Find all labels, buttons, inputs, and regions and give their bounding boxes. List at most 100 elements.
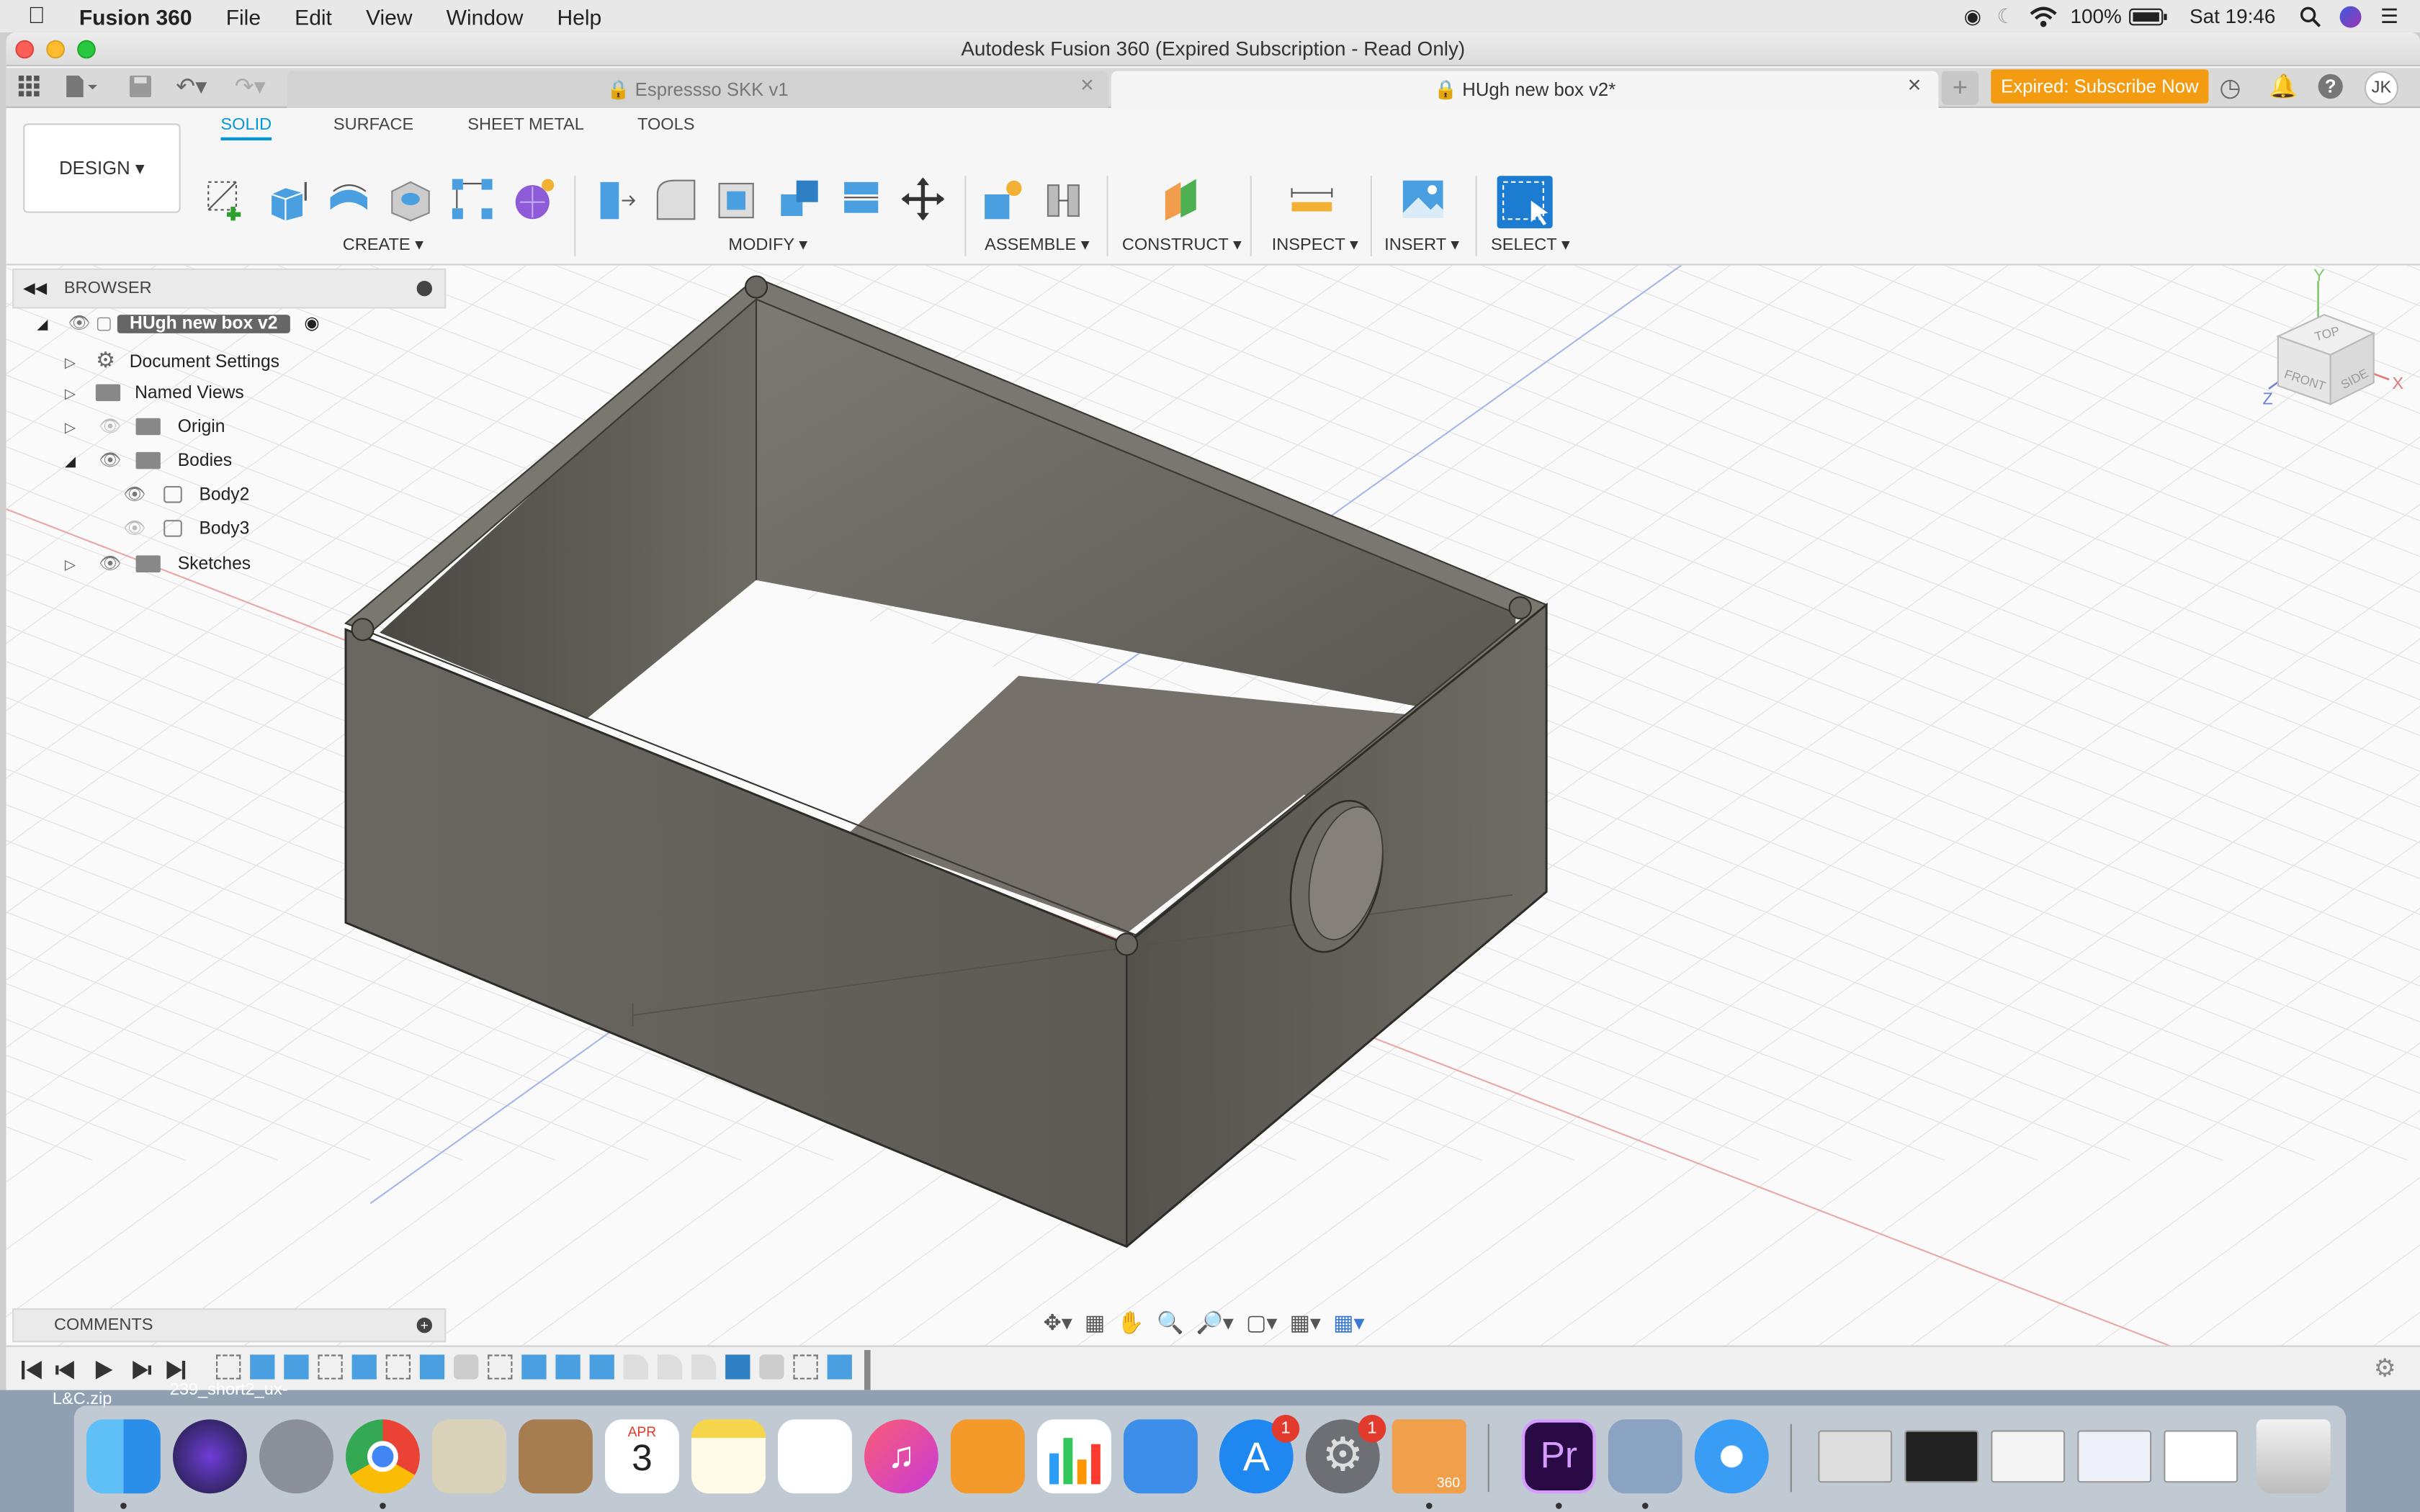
fillet-feature-icon[interactable] xyxy=(623,1354,648,1380)
insert-image-icon[interactable] xyxy=(1400,176,1446,222)
tab-tools[interactable]: TOOLS xyxy=(637,116,694,135)
safari-icon[interactable] xyxy=(1694,1419,1769,1494)
hidden-eye-icon[interactable]: 👁 xyxy=(99,418,121,437)
zoom-icon[interactable]: 🔍 xyxy=(1157,1309,1183,1335)
extrude-feature-icon[interactable] xyxy=(589,1354,614,1380)
help-icon[interactable]: ? xyxy=(2318,73,2343,99)
radio-icon[interactable]: ◉ xyxy=(304,315,320,333)
menu-help[interactable]: Help xyxy=(557,4,602,28)
siri-icon[interactable] xyxy=(2340,5,2362,27)
notes-icon[interactable] xyxy=(691,1419,766,1494)
pan-hand-icon[interactable]: ✋ xyxy=(1117,1309,1144,1335)
recent-window-thumbnail[interactable] xyxy=(1991,1430,2066,1483)
shell-icon[interactable] xyxy=(714,176,761,222)
timeline-marker[interactable] xyxy=(864,1350,871,1390)
step-forward-icon[interactable] xyxy=(133,1361,151,1380)
tree-root[interactable]: ◢ 👁 ▢ HUgh new box v2 ◉ xyxy=(37,309,320,340)
tree-origin[interactable]: ▷ 👁 Origin xyxy=(65,412,225,443)
extrude-feature-icon[interactable] xyxy=(351,1354,377,1380)
timeline-features[interactable] xyxy=(216,1354,864,1385)
tab-espresso[interactable]: 🔒 Espressso SKK v1 xyxy=(287,71,1108,108)
create-form-icon[interactable] xyxy=(511,176,557,222)
apple-icon[interactable]:  xyxy=(28,3,45,29)
joint-icon[interactable] xyxy=(1041,176,1088,222)
collapse-triangle-icon[interactable]: ◢ xyxy=(65,454,76,469)
trash-icon[interactable] xyxy=(2256,1419,2331,1494)
sketch-feature-icon[interactable] xyxy=(488,1354,513,1380)
battery-icon[interactable] xyxy=(2128,7,2168,26)
select-tool-button[interactable] xyxy=(1497,176,1553,229)
press-pull-icon[interactable] xyxy=(591,176,637,222)
visibility-eye-icon[interactable]: 👁 xyxy=(68,315,91,333)
visibility-eye-icon[interactable]: 👁 xyxy=(123,486,145,505)
workspace-switcher[interactable]: DESIGN ▾ xyxy=(23,123,181,213)
tree-document-settings[interactable]: ▷ ⚙ Document Settings xyxy=(65,344,279,375)
undo-icon[interactable]: ↶▾ xyxy=(176,73,207,100)
timeline-settings-gear-icon[interactable]: ⚙ xyxy=(2374,1353,2396,1384)
align-icon[interactable] xyxy=(838,176,884,222)
recent-window-thumbnail[interactable] xyxy=(1904,1430,1979,1483)
move-icon[interactable] xyxy=(900,176,946,222)
visibility-eye-icon[interactable]: 👁 xyxy=(99,452,121,471)
group-inspect[interactable]: INSPECT ▾ xyxy=(1272,235,1358,255)
notifications-icon[interactable]: 🔔 xyxy=(2269,73,2298,100)
tree-body2[interactable]: 👁 Body2 xyxy=(123,480,249,510)
contacts-icon[interactable] xyxy=(519,1419,593,1494)
sketch-feature-icon[interactable] xyxy=(216,1354,241,1380)
wifi-icon[interactable] xyxy=(2030,6,2058,27)
create-sketch-icon[interactable] xyxy=(202,176,248,222)
creative-cloud-icon[interactable]: ◉ xyxy=(1964,4,1981,28)
model-canvas[interactable] xyxy=(6,265,2420,1346)
sketch-feature-icon[interactable] xyxy=(385,1354,411,1380)
tab-solid[interactable]: SOLID xyxy=(220,116,272,140)
offset-plane-icon[interactable] xyxy=(1159,176,1205,222)
desktop-file-label[interactable]: 239_short2_ux- xyxy=(170,1381,288,1400)
preview-icon[interactable] xyxy=(1608,1419,1682,1494)
tree-bodies[interactable]: ◢ 👁 Bodies xyxy=(65,446,232,477)
menu-window[interactable]: Window xyxy=(447,4,524,28)
app-grid-icon[interactable] xyxy=(18,76,40,97)
play-icon[interactable] xyxy=(95,1361,113,1380)
tree-body3[interactable]: 👁 Body3 xyxy=(123,514,249,545)
job-status-icon[interactable]: ◷ xyxy=(2219,73,2241,104)
collapse-triangle-icon[interactable]: ◢ xyxy=(37,316,48,331)
measure-icon[interactable] xyxy=(1289,176,1335,222)
finder-icon[interactable] xyxy=(86,1419,161,1494)
app-store-icon[interactable]: A1 xyxy=(1219,1414,1300,1494)
music-icon[interactable]: ♫ xyxy=(864,1419,938,1494)
close-tab-icon[interactable]: × xyxy=(1080,73,1094,99)
tree-sketches[interactable]: ▷ 👁 Sketches xyxy=(65,549,251,580)
clock[interactable]: Sat 19:46 xyxy=(2190,4,2275,27)
collapse-panel-icon[interactable]: ◀◀ xyxy=(23,281,47,298)
numbers-icon[interactable] xyxy=(1037,1419,1111,1494)
viewcube[interactable]: TOP FRONT SIDE Y Z X xyxy=(2259,269,2414,410)
chrome-icon[interactable] xyxy=(346,1419,420,1494)
redo-icon[interactable]: ↷▾ xyxy=(235,73,266,100)
pages-icon[interactable] xyxy=(951,1419,1025,1494)
look-at-icon[interactable]: ▦ xyxy=(1085,1309,1105,1335)
spotlight-icon[interactable] xyxy=(2300,6,2322,27)
user-avatar[interactable]: JK xyxy=(2364,71,2398,105)
launchpad-icon[interactable] xyxy=(259,1419,333,1494)
expand-triangle-icon[interactable]: ▷ xyxy=(65,420,76,435)
menu-view[interactable]: View xyxy=(366,4,412,28)
add-comment-icon[interactable]: + xyxy=(416,1318,432,1333)
sketch-feature-icon[interactable] xyxy=(318,1354,343,1380)
fillet-feature-icon[interactable] xyxy=(691,1354,717,1380)
save-icon[interactable] xyxy=(130,76,151,97)
group-modify[interactable]: MODIFY ▾ xyxy=(728,235,807,255)
zoom-window-button[interactable] xyxy=(77,40,96,59)
fit-icon[interactable]: 🔎▾ xyxy=(1196,1309,1233,1335)
tab-surface[interactable]: SURFACE xyxy=(333,116,413,135)
fusion-360-icon[interactable]: 360 xyxy=(1392,1419,1466,1494)
go-to-start-icon[interactable] xyxy=(22,1361,42,1380)
extrude-feature-icon[interactable] xyxy=(555,1354,581,1380)
combine-icon[interactable] xyxy=(776,176,823,222)
menu-edit[interactable]: Edit xyxy=(295,4,332,28)
hole-feature-icon[interactable] xyxy=(454,1354,479,1380)
hole-feature-icon[interactable] xyxy=(759,1354,784,1380)
group-create[interactable]: CREATE ▾ xyxy=(343,235,424,255)
tab-hugh-new-box[interactable]: 🔒 HUgh new box v2* xyxy=(1111,71,1939,108)
rectangular-pattern-icon[interactable] xyxy=(449,176,496,222)
expand-triangle-icon[interactable]: ▷ xyxy=(65,386,76,401)
